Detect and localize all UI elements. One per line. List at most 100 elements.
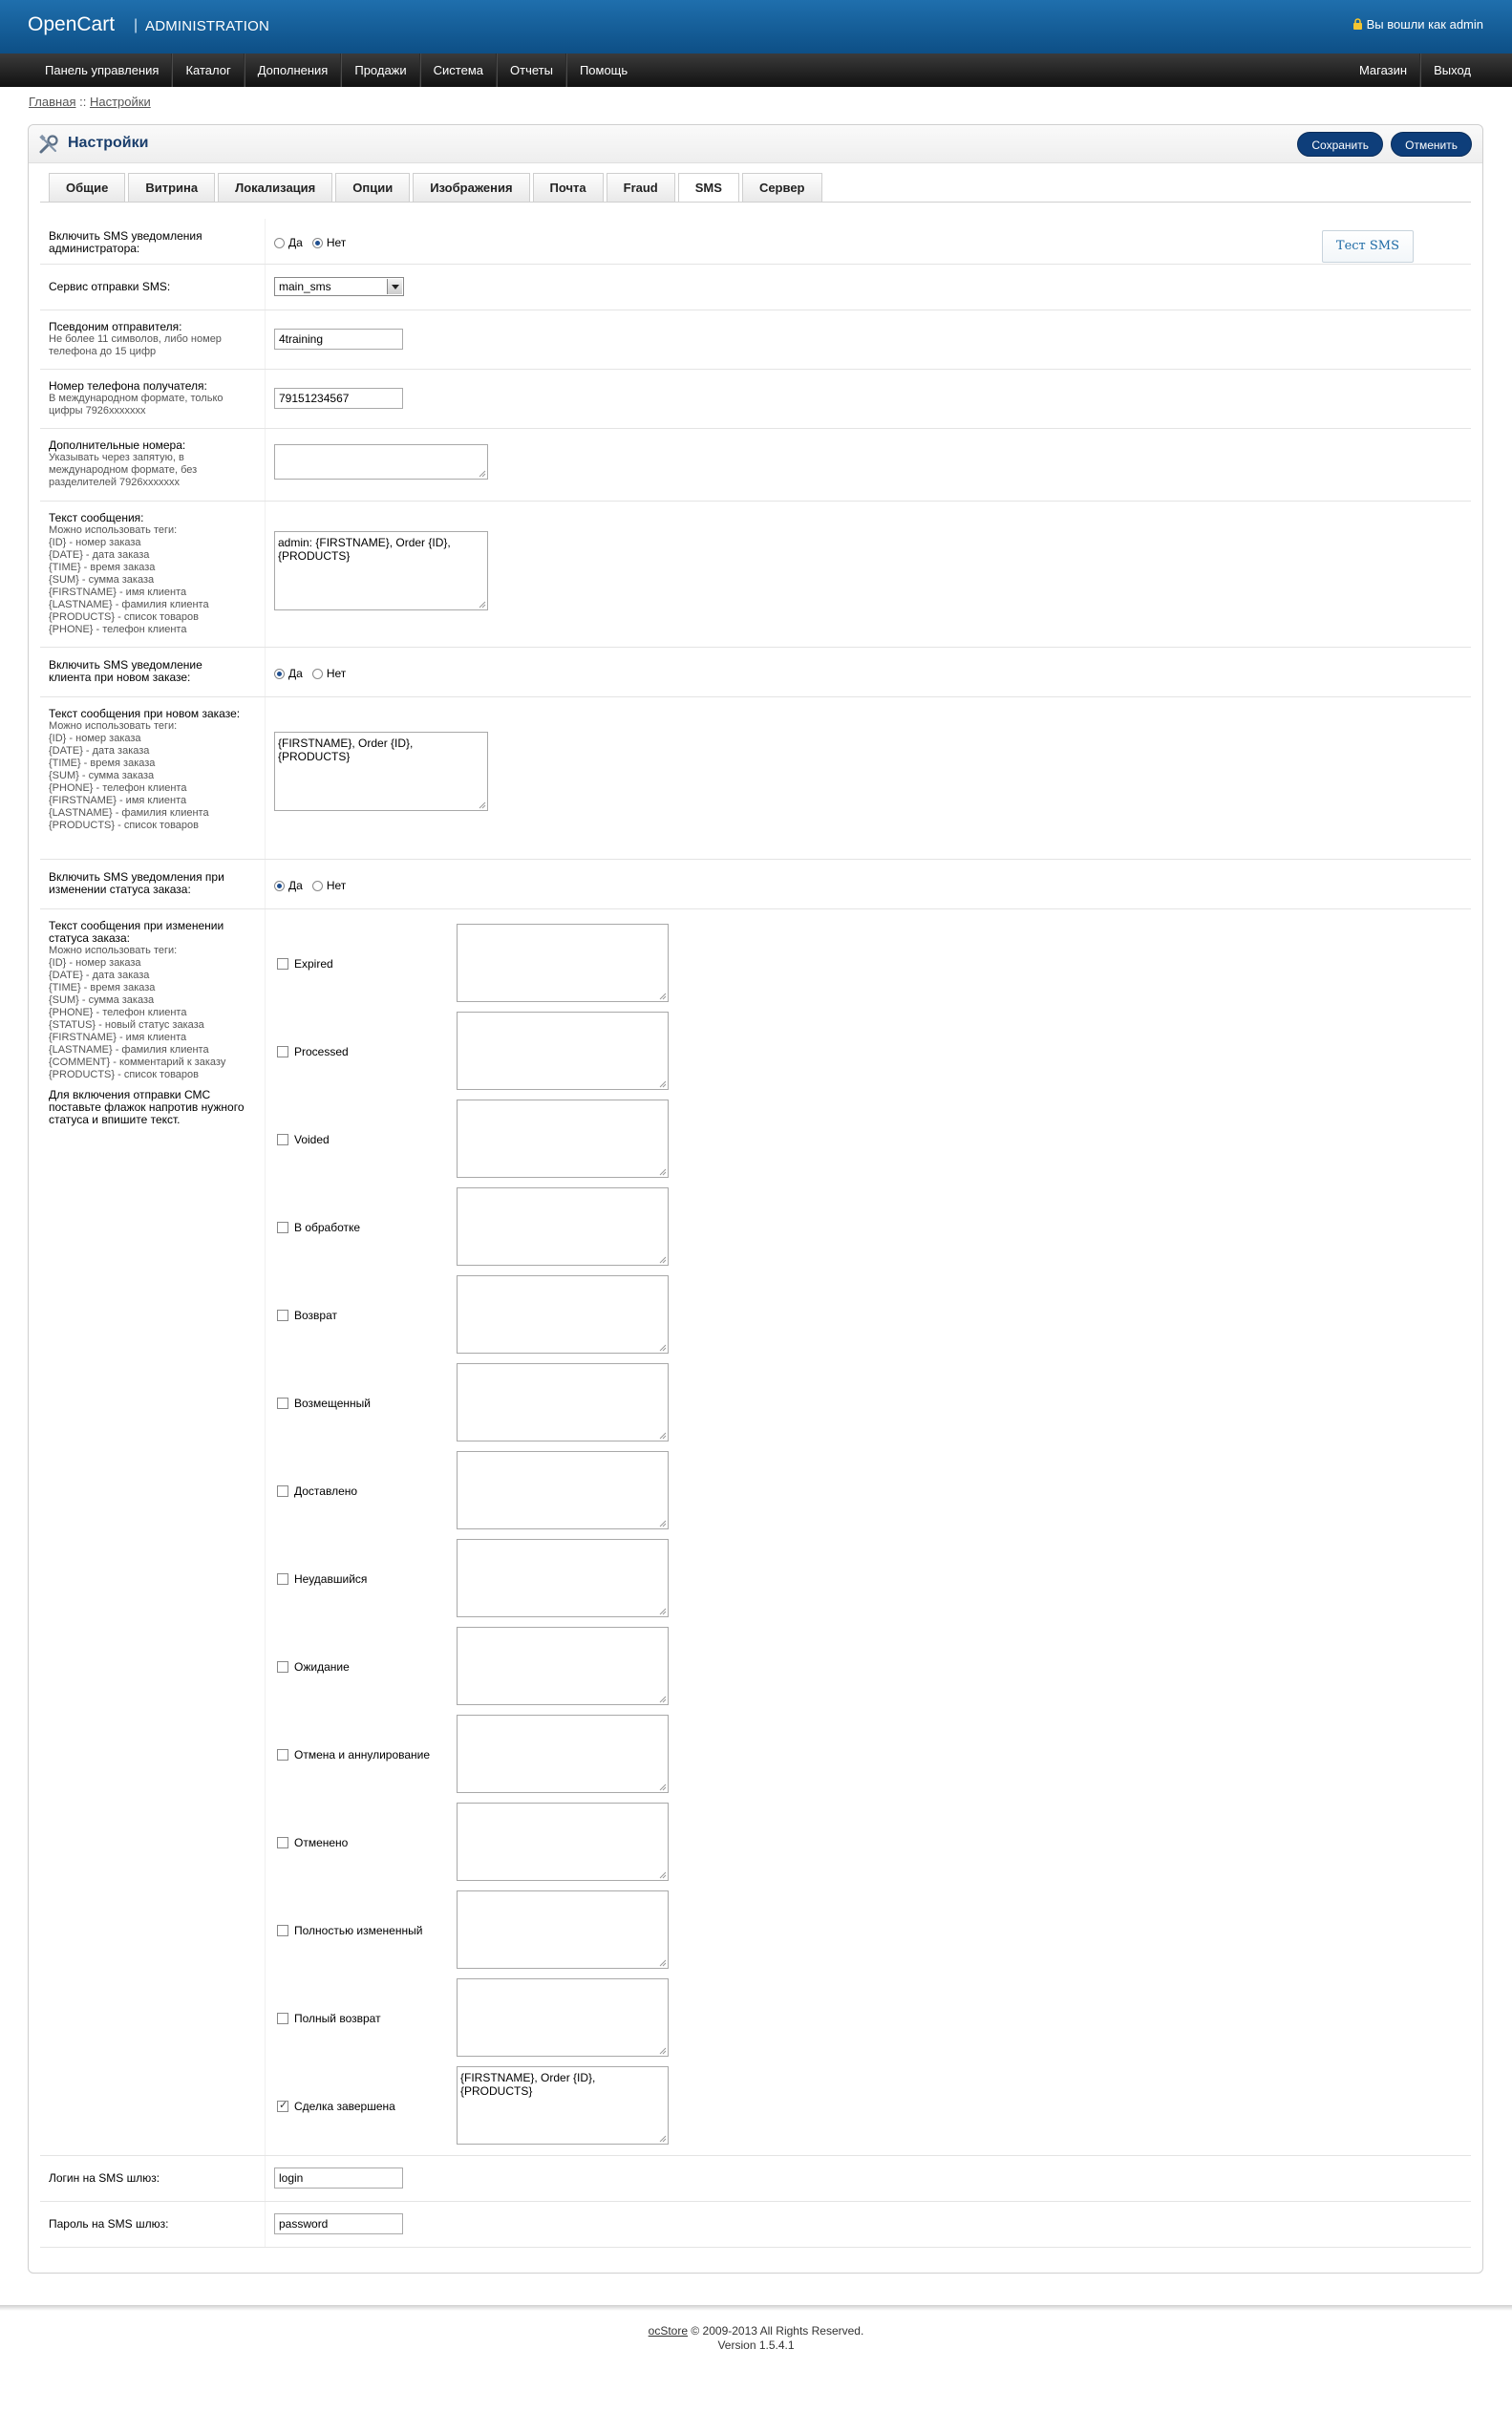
menu-item-store[interactable]: Магазин bbox=[1347, 53, 1421, 87]
status-checkbox[interactable] bbox=[277, 1310, 288, 1321]
column-divider bbox=[265, 2202, 266, 2247]
sender-input[interactable]: 4training bbox=[274, 329, 403, 350]
recipient-input[interactable]: 79151234567 bbox=[274, 388, 403, 409]
status-textarea[interactable] bbox=[457, 1978, 669, 2057]
logo[interactable]: OpenCart bbox=[28, 13, 115, 36]
sender-row: Псевдоним отправителя: Не более 11 симво… bbox=[40, 310, 1471, 370]
menu-item-logout[interactable]: Выход bbox=[1420, 53, 1483, 87]
status-checkbox[interactable] bbox=[277, 1661, 288, 1673]
menu-item-reports[interactable]: Отчеты bbox=[497, 53, 566, 87]
gateway-password-input[interactable]: password bbox=[274, 2213, 403, 2234]
menu-item-dashboard[interactable]: Панель управления bbox=[32, 53, 173, 87]
extra-numbers-textarea[interactable] bbox=[274, 444, 488, 480]
client-notify-yes-radio[interactable] bbox=[274, 668, 285, 679]
status-checkbox[interactable] bbox=[277, 958, 288, 970]
message-text-textarea[interactable]: admin: {FIRSTNAME}, Order {ID}, {PRODUCT… bbox=[274, 531, 488, 610]
status-textarea[interactable] bbox=[457, 1451, 669, 1529]
logged-in-status: Вы вошли как admin bbox=[1352, 17, 1483, 32]
breadcrumb-current[interactable]: Настройки bbox=[90, 95, 151, 109]
resize-grip-icon[interactable] bbox=[659, 2047, 667, 2055]
cancel-button[interactable]: Отменить bbox=[1391, 132, 1472, 157]
resize-grip-icon[interactable] bbox=[479, 601, 486, 609]
footer-link[interactable]: ocStore bbox=[649, 2324, 688, 2338]
status-notify-yes-label: Да bbox=[288, 879, 303, 892]
status-checkbox[interactable] bbox=[277, 1222, 288, 1233]
status-checkbox[interactable] bbox=[277, 1398, 288, 1409]
gateway-login-input[interactable]: login bbox=[274, 2167, 403, 2189]
resize-grip-icon[interactable] bbox=[479, 801, 486, 809]
status-textarea[interactable] bbox=[457, 1187, 669, 1266]
resize-grip-icon[interactable] bbox=[659, 1871, 667, 1879]
status-textarea[interactable] bbox=[457, 1715, 669, 1793]
resize-grip-icon[interactable] bbox=[659, 1344, 667, 1352]
status-checkbox[interactable] bbox=[277, 1749, 288, 1761]
status-textarea[interactable] bbox=[457, 1803, 669, 1881]
status-textarea[interactable] bbox=[457, 1100, 669, 1178]
status-textarea[interactable] bbox=[457, 1539, 669, 1617]
test-sms-button[interactable]: Тест SMS bbox=[1321, 230, 1414, 263]
menu-item-extensions[interactable]: Дополнения bbox=[244, 53, 342, 87]
tab-sms[interactable]: SMS bbox=[677, 173, 739, 203]
help-line: {SUM} - сумма заказа bbox=[49, 994, 155, 1006]
status-textarea[interactable]: {FIRSTNAME}, Order {ID}, {PRODUCTS} bbox=[457, 2066, 669, 2145]
tab-options[interactable]: Опции bbox=[335, 173, 411, 202]
help-line: {PHONE} - телефон клиента bbox=[49, 782, 187, 794]
tab-store[interactable]: Витрина bbox=[128, 173, 216, 202]
admin-notify-no-radio[interactable] bbox=[311, 237, 323, 248]
new-order-textarea[interactable]: {FIRSTNAME}, Order {ID}, {PRODUCTS} bbox=[274, 732, 488, 811]
help-line: {ID} - номер заказа bbox=[49, 733, 141, 744]
resize-grip-icon[interactable] bbox=[659, 1783, 667, 1791]
resize-grip-icon[interactable] bbox=[479, 470, 486, 478]
column-divider bbox=[265, 860, 266, 908]
status-checkbox[interactable] bbox=[277, 1046, 288, 1057]
status-textarea[interactable] bbox=[457, 1890, 669, 1969]
status-textarea[interactable] bbox=[457, 1012, 669, 1090]
resize-grip-icon[interactable] bbox=[659, 1608, 667, 1615]
resize-grip-icon[interactable] bbox=[659, 1696, 667, 1703]
status-checkbox[interactable] bbox=[277, 1573, 288, 1585]
status-checkbox[interactable] bbox=[277, 2099, 288, 2112]
status-name: Возврат bbox=[294, 1309, 337, 1322]
client-notify-no-radio[interactable] bbox=[311, 668, 323, 679]
tab-localization[interactable]: Локализация bbox=[218, 173, 333, 202]
breadcrumb-home[interactable]: Главная bbox=[29, 95, 75, 109]
message-text-label: Текст сообщения: bbox=[49, 511, 144, 524]
column-divider bbox=[265, 310, 266, 369]
resize-grip-icon[interactable] bbox=[659, 1520, 667, 1527]
resize-grip-icon[interactable] bbox=[659, 1959, 667, 1967]
admin-notify-yes-radio[interactable] bbox=[274, 237, 285, 248]
status-checkbox[interactable] bbox=[277, 1925, 288, 1936]
save-button[interactable]: Сохранить bbox=[1297, 132, 1383, 157]
resize-grip-icon[interactable] bbox=[659, 1256, 667, 1264]
column-divider bbox=[265, 648, 266, 696]
breadcrumb-separator: :: bbox=[79, 95, 87, 109]
chevron-down-icon[interactable] bbox=[387, 279, 402, 294]
tab-mail[interactable]: Почта bbox=[532, 173, 604, 202]
menu-item-catalog[interactable]: Каталог bbox=[172, 53, 245, 87]
resize-grip-icon[interactable] bbox=[659, 1168, 667, 1176]
status-checkbox[interactable] bbox=[277, 2013, 288, 2024]
status-checkbox[interactable] bbox=[277, 1837, 288, 1848]
menu-item-sales[interactable]: Продажи bbox=[341, 53, 420, 87]
status-name: Возмещенный bbox=[294, 1397, 371, 1410]
tab-server[interactable]: Сервер bbox=[741, 173, 822, 202]
menu-item-system[interactable]: Система bbox=[419, 53, 497, 87]
service-select[interactable]: main_sms bbox=[274, 277, 404, 296]
status-textarea[interactable] bbox=[457, 1363, 669, 1441]
tab-fraud[interactable]: Fraud bbox=[606, 173, 675, 202]
tab-general[interactable]: Общие bbox=[49, 173, 126, 202]
resize-grip-icon[interactable] bbox=[659, 1080, 667, 1088]
status-textarea[interactable] bbox=[457, 1627, 669, 1705]
status-checkbox[interactable] bbox=[277, 1134, 288, 1145]
resize-grip-icon[interactable] bbox=[659, 1432, 667, 1440]
status-textarea[interactable] bbox=[457, 1275, 669, 1354]
status-textarea[interactable] bbox=[457, 924, 669, 1002]
status-notify-no-radio[interactable] bbox=[311, 880, 323, 891]
status-checkbox[interactable] bbox=[277, 1485, 288, 1497]
menu-item-help[interactable]: Помощь bbox=[565, 53, 640, 87]
tab-images[interactable]: Изображения bbox=[413, 173, 530, 202]
resize-grip-icon[interactable] bbox=[659, 993, 667, 1000]
resize-grip-icon[interactable] bbox=[659, 2135, 667, 2143]
status-notify-yes-radio[interactable] bbox=[274, 880, 285, 891]
gateway-login-row: Логин на SMS шлюз: login bbox=[40, 2156, 1471, 2202]
